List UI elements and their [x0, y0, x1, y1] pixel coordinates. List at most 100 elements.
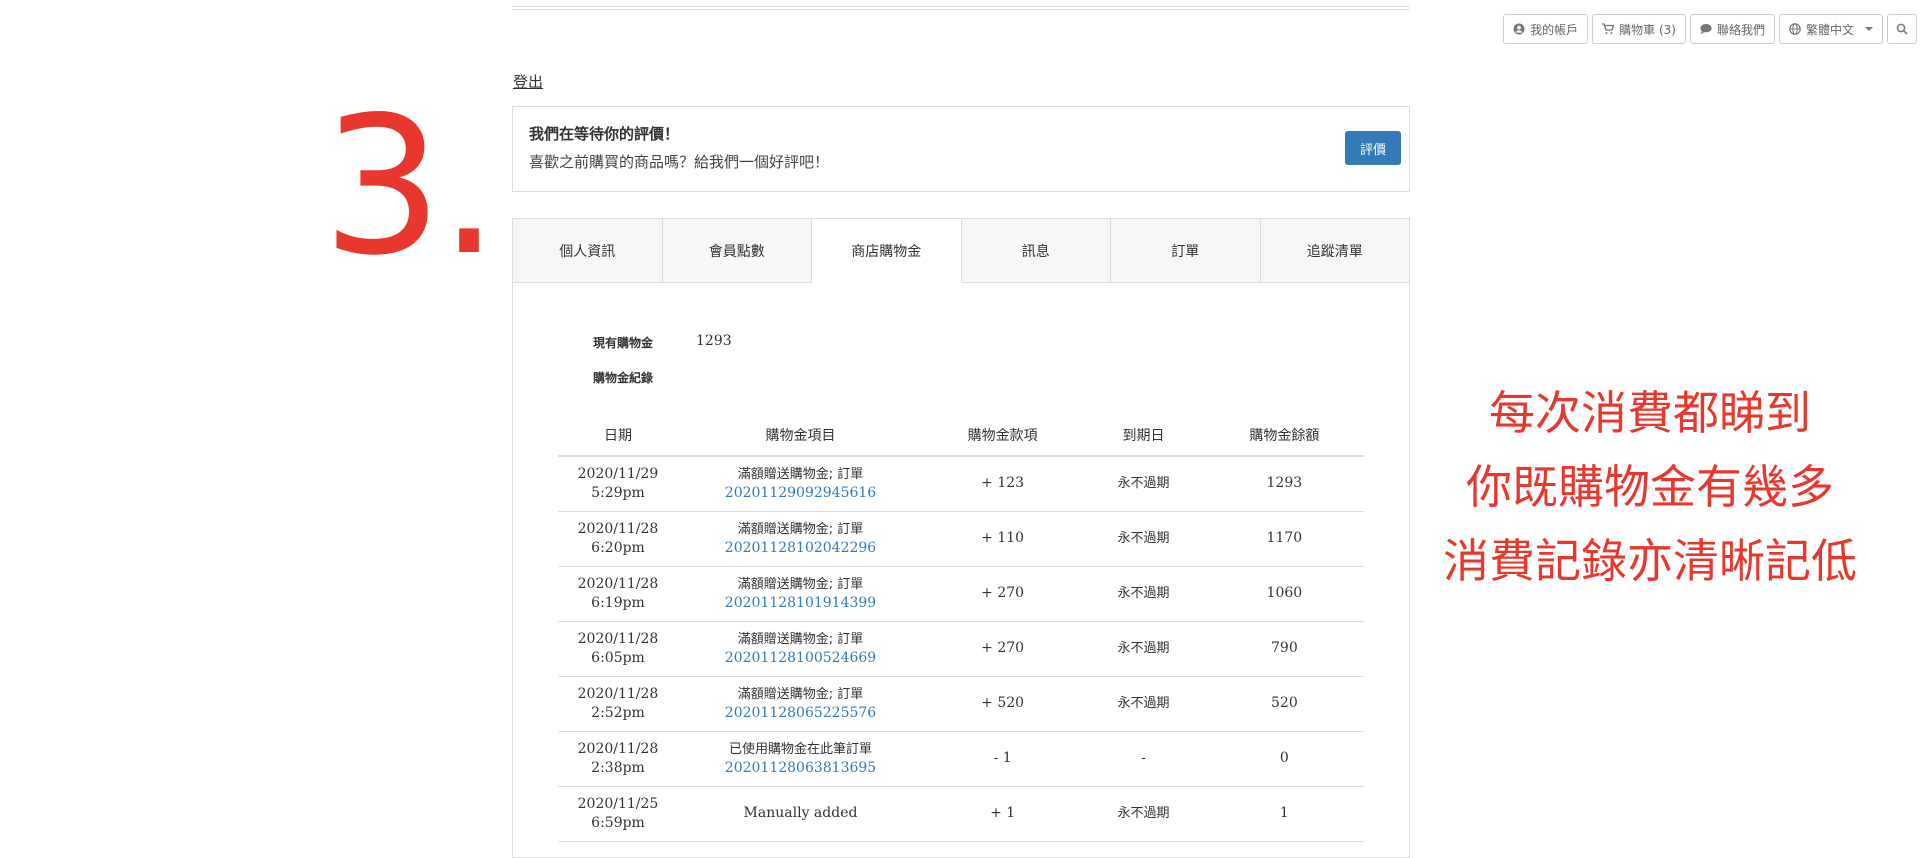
- review-button[interactable]: 評價: [1345, 131, 1401, 165]
- order-link[interactable]: 20201128101914399: [725, 595, 876, 611]
- language-selector[interactable]: 繁體中文: [1778, 14, 1883, 44]
- column-header-item: 購物金項目: [678, 415, 923, 457]
- order-link[interactable]: 20201128063813695: [725, 760, 876, 776]
- table-row: 2020/11/28 2:38pm 已使用購物金在此筆訂單 2020112806…: [558, 731, 1364, 787]
- credit-records-label: 購物金紀錄: [593, 371, 654, 385]
- row-item-text: 滿額贈送購物金; 訂單: [737, 576, 864, 592]
- row-balance: 0: [1204, 731, 1364, 787]
- row-date: 2020/11/25 6:59pm: [558, 786, 678, 842]
- user-circle-icon: [1513, 23, 1525, 35]
- my-account-label: 我的帳戶: [1530, 22, 1579, 37]
- globe-icon: [1789, 23, 1801, 35]
- row-amount: + 110: [923, 511, 1083, 567]
- order-link[interactable]: 20201128100524669: [725, 650, 876, 666]
- row-item-text: 已使用購物金在此筆訂單: [728, 741, 872, 757]
- row-expiry: 永不過期: [1082, 786, 1205, 842]
- search-button[interactable]: [1887, 14, 1917, 44]
- row-amount: + 123: [923, 456, 1083, 512]
- promo-annotation: 每次消費都睇到 你既購物金有幾多 消費記錄亦清晰記低: [1420, 376, 1880, 598]
- row-balance: 1060: [1204, 566, 1364, 622]
- row-item: Manually added: [678, 786, 923, 842]
- table-row: 2020/11/29 5:29pm 滿額贈送購物金; 訂單 2020112909…: [558, 456, 1364, 512]
- row-expiry: -: [1082, 731, 1205, 787]
- column-header-amount: 購物金款項: [923, 415, 1083, 457]
- row-balance: 790: [1204, 621, 1364, 677]
- top-toolbar: 我的帳戶 購物車 (3) 聯絡我們 繁體中文: [1503, 14, 1917, 44]
- row-amount: + 1: [923, 786, 1083, 842]
- table-row: 2020/11/28 6:05pm 滿額贈送購物金; 訂單 2020112810…: [558, 621, 1364, 677]
- table-header-row: 日期 購物金項目 購物金款項 到期日 購物金餘額: [558, 415, 1364, 457]
- row-date: 2020/11/28 6:05pm: [558, 621, 678, 677]
- chat-bubble-icon: [1700, 24, 1712, 35]
- row-expiry: 永不過期: [1082, 566, 1205, 622]
- top-divider: [512, 6, 1410, 10]
- search-icon: [1896, 23, 1908, 35]
- row-amount: + 270: [923, 621, 1083, 677]
- language-label: 繁體中文: [1805, 22, 1854, 37]
- cart-button[interactable]: 購物車 (3): [1592, 14, 1686, 44]
- row-item-text: 滿額贈送購物金; 訂單: [737, 466, 864, 482]
- contact-us-label: 聯絡我們: [1716, 22, 1765, 37]
- current-credit-label: 現有購物金: [593, 336, 654, 350]
- row-date: 2020/11/29 5:29pm: [558, 456, 678, 512]
- row-amount: + 270: [923, 566, 1083, 622]
- row-item-text: Manually added: [743, 805, 858, 821]
- my-account-button[interactable]: 我的帳戶: [1503, 14, 1589, 44]
- row-balance: 1: [1204, 786, 1364, 842]
- row-expiry: 永不過期: [1082, 676, 1205, 732]
- row-date: 2020/11/28 2:38pm: [558, 731, 678, 787]
- row-item-text: 滿額贈送購物金; 訂單: [737, 521, 864, 537]
- review-prompt-box: 我們在等待你的評價！ 喜歡之前購買的商品嗎？給我們一個好評吧！ 評價: [512, 106, 1410, 192]
- column-header-expiry: 到期日: [1082, 415, 1205, 457]
- column-header-date: 日期: [558, 415, 678, 457]
- table-row: 2020/11/28 6:20pm 滿額贈送購物金; 訂單 2020112810…: [558, 511, 1364, 567]
- row-balance: 520: [1204, 676, 1364, 732]
- row-date: 2020/11/28 2:52pm: [558, 676, 678, 732]
- current-credit-value: 1293: [696, 333, 732, 349]
- annotation-line: 你既購物金有幾多: [1466, 460, 1834, 514]
- order-link[interactable]: 20201129092945616: [725, 485, 876, 501]
- row-balance: 1170: [1204, 511, 1364, 567]
- row-expiry: 永不過期: [1082, 456, 1205, 512]
- credit-records-table: 日期 購物金項目 購物金款項 到期日 購物金餘額 2020/11/29 5:29…: [558, 415, 1364, 842]
- row-item: 滿額贈送購物金; 訂單 20201129092945616: [678, 456, 923, 512]
- tab-store-credit[interactable]: 商店購物金: [812, 219, 962, 283]
- row-date: 2020/11/28 6:19pm: [558, 566, 678, 622]
- row-item: 滿額贈送購物金; 訂單 20201128101914399: [678, 566, 923, 622]
- row-item-text: 滿額贈送購物金; 訂單: [737, 686, 864, 702]
- cart-label: 購物車 (3): [1619, 22, 1676, 37]
- tab-member-points[interactable]: 會員點數: [662, 219, 812, 282]
- cart-icon: [1602, 23, 1615, 34]
- tab-profile[interactable]: 個人資訊: [513, 219, 663, 282]
- account-panel: 個人資訊 會員點數 商店購物金 訊息 訂單 追蹤清單 現有購物金 1293 購物…: [512, 218, 1410, 858]
- row-item: 滿額贈送購物金; 訂單 20201128102042296: [678, 511, 923, 567]
- order-link[interactable]: 20201128102042296: [725, 540, 876, 556]
- row-item-text: 滿額贈送購物金; 訂單: [737, 631, 864, 647]
- step-number-overlay: 3.: [322, 76, 499, 297]
- account-tabs: 個人資訊 會員點數 商店購物金 訊息 訂單 追蹤清單: [513, 219, 1409, 283]
- tab-wishlist[interactable]: 追蹤清單: [1260, 219, 1409, 282]
- caret-down-icon: [1865, 27, 1873, 31]
- table-row: 2020/11/28 6:19pm 滿額贈送購物金; 訂單 2020112810…: [558, 566, 1364, 622]
- table-row: 2020/11/28 2:52pm 滿額贈送購物金; 訂單 2020112806…: [558, 676, 1364, 732]
- order-link[interactable]: 20201128065225576: [725, 705, 876, 721]
- row-item: 滿額贈送購物金; 訂單 20201128100524669: [678, 621, 923, 677]
- table-row: 2020/11/25 6:59pm Manually added + 1 永不過…: [558, 786, 1364, 842]
- row-item: 滿額贈送購物金; 訂單 20201128065225576: [678, 676, 923, 732]
- tab-orders[interactable]: 訂單: [1111, 219, 1261, 282]
- row-item: 已使用購物金在此筆訂單 20201128063813695: [678, 731, 923, 787]
- row-expiry: 永不過期: [1082, 621, 1205, 677]
- row-date: 2020/11/28 6:20pm: [558, 511, 678, 567]
- tab-messages[interactable]: 訊息: [961, 219, 1111, 282]
- contact-us-button[interactable]: 聯絡我們: [1689, 14, 1775, 44]
- logout-link[interactable]: 登出: [513, 71, 543, 92]
- row-balance: 1293: [1204, 456, 1364, 512]
- row-amount: - 1: [923, 731, 1083, 787]
- annotation-line: 消費記錄亦清晰記低: [1443, 534, 1857, 588]
- row-expiry: 永不過期: [1082, 511, 1205, 567]
- row-amount: + 520: [923, 676, 1083, 732]
- review-prompt-subtitle: 喜歡之前購買的商品嗎？給我們一個好評吧！: [529, 153, 830, 171]
- column-header-balance: 購物金餘額: [1204, 415, 1364, 457]
- annotation-line: 每次消費都睇到: [1489, 386, 1811, 440]
- credit-records-body: 2020/11/29 5:29pm 滿額贈送購物金; 訂單 2020112909…: [558, 456, 1364, 842]
